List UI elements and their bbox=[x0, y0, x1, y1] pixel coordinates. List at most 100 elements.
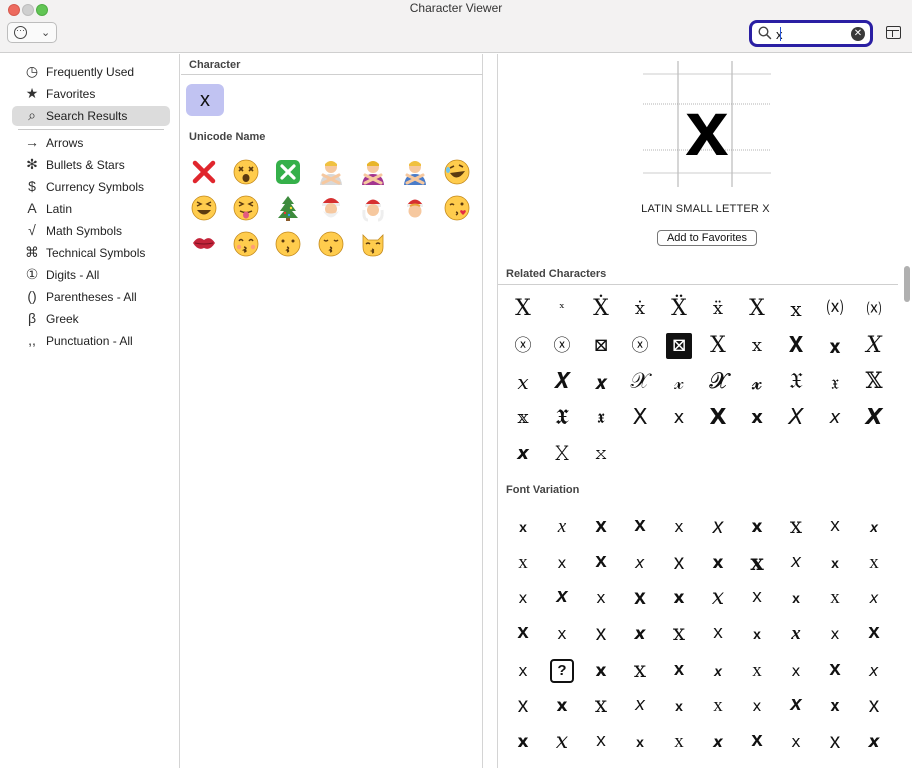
sidebar-item-technical-symbols[interactable]: ⌘ Technical Symbols bbox=[12, 243, 170, 263]
related-character[interactable]: X bbox=[699, 329, 737, 363]
font-variation-glyph[interactable]: x bbox=[699, 617, 737, 651]
font-variation-glyph[interactable]: x bbox=[660, 725, 698, 759]
related-character[interactable]: 𝙭 bbox=[504, 437, 542, 471]
scrollbar-thumb[interactable] bbox=[904, 266, 910, 302]
font-variation-glyph[interactable]: x bbox=[816, 654, 854, 688]
font-variation-glyph[interactable]: x bbox=[504, 546, 542, 580]
font-variation-glyph[interactable]: x bbox=[504, 689, 542, 723]
add-to-favorites-button[interactable]: Add to Favorites bbox=[657, 230, 757, 246]
font-variation-glyph[interactable]: x bbox=[738, 546, 776, 580]
font-variation-glyph[interactable]: x bbox=[699, 689, 737, 723]
cross-mark-icon[interactable] bbox=[186, 157, 222, 187]
related-character[interactable]: 𝑋 bbox=[855, 329, 893, 363]
related-character[interactable]: ˣ bbox=[543, 292, 581, 326]
related-character[interactable]: 𝘟 bbox=[777, 401, 815, 435]
font-variation-glyph[interactable]: x bbox=[621, 689, 659, 723]
clear-search-icon[interactable]: ✕ bbox=[851, 27, 865, 41]
font-variation-glyph[interactable]: x bbox=[738, 689, 776, 723]
related-character[interactable]: 𝗫 bbox=[699, 401, 737, 435]
christmas-tree-icon[interactable] bbox=[270, 193, 306, 223]
font-variation-glyph[interactable]: x bbox=[504, 581, 542, 615]
related-character[interactable]: 𝖝 bbox=[582, 401, 620, 435]
font-variation-glyph[interactable]: x bbox=[582, 546, 620, 580]
font-variation-glyph[interactable]: x bbox=[855, 725, 893, 759]
kissing-smiling-eyes-icon[interactable] bbox=[228, 229, 264, 259]
font-variation-glyph[interactable]: x bbox=[738, 581, 776, 615]
related-character[interactable]: 𝚡 bbox=[582, 437, 620, 471]
kissing-face-icon[interactable] bbox=[270, 229, 306, 259]
font-variation-glyph[interactable]: x bbox=[855, 617, 893, 651]
kissing-closed-eyes-icon[interactable] bbox=[313, 229, 349, 259]
font-variation-glyph[interactable]: x bbox=[699, 581, 737, 615]
font-variation-glyph[interactable]: x bbox=[816, 725, 854, 759]
related-character[interactable]: 𝔛 bbox=[777, 365, 815, 399]
font-variation-glyph[interactable]: x bbox=[621, 581, 659, 615]
font-variation-glyph[interactable]: x bbox=[582, 617, 620, 651]
sidebar-item-math-symbols[interactable]: √ Math Symbols bbox=[12, 221, 170, 241]
related-character[interactable]: 𝑿 bbox=[543, 365, 581, 399]
santa-claus-icon[interactable] bbox=[313, 193, 349, 223]
search-field[interactable]: ✕ bbox=[749, 20, 873, 47]
font-variation-glyph[interactable]: x bbox=[738, 617, 776, 651]
font-variation-glyph[interactable]: x bbox=[621, 510, 659, 544]
font-variation-glyph[interactable]: x bbox=[816, 546, 854, 580]
font-variation-glyph[interactable]: x bbox=[543, 689, 581, 723]
font-variation-glyph[interactable]: x bbox=[582, 581, 620, 615]
font-variation-glyph[interactable]: x bbox=[855, 689, 893, 723]
related-character[interactable]: x bbox=[738, 329, 776, 363]
related-character[interactable]: 𝓧 bbox=[699, 365, 737, 399]
font-variation-glyph[interactable]: x bbox=[504, 725, 542, 759]
dizzy-face-icon[interactable] bbox=[228, 157, 264, 187]
related-character[interactable]: 𝒳 bbox=[621, 365, 659, 399]
font-variation-glyph[interactable]: ? bbox=[550, 659, 574, 683]
person-gesturing-no-purple-icon[interactable] bbox=[355, 157, 391, 187]
font-variation-glyph[interactable]: x bbox=[816, 510, 854, 544]
font-variation-glyph[interactable]: x bbox=[582, 689, 620, 723]
related-character[interactable]: ẍ bbox=[699, 292, 737, 326]
related-character[interactable]: 𝕩 bbox=[504, 401, 542, 435]
font-variation-glyph[interactable]: x bbox=[504, 510, 542, 544]
font-variation-glyph[interactable]: x bbox=[777, 581, 815, 615]
font-variation-glyph[interactable]: x bbox=[621, 546, 659, 580]
related-character[interactable]: х bbox=[777, 292, 815, 326]
font-variation-glyph[interactable]: x bbox=[777, 654, 815, 688]
font-variation-glyph[interactable]: x bbox=[777, 546, 815, 580]
related-character[interactable]: 𝚇 bbox=[543, 437, 581, 471]
sidebar-item-parentheses-all[interactable]: () Parentheses - All bbox=[12, 287, 170, 307]
related-character[interactable]: ⒳ bbox=[855, 292, 893, 326]
sidebar-item-search-results[interactable]: ⌕ Search Results bbox=[12, 106, 170, 126]
mx-claus-icon[interactable] bbox=[397, 193, 433, 223]
sidebar-item-greek[interactable]: β Greek bbox=[12, 309, 170, 329]
font-variation-glyph[interactable]: x bbox=[777, 725, 815, 759]
related-character[interactable]: 𝘹 bbox=[816, 401, 854, 435]
sidebar-item-bullets-stars[interactable]: ✻ Bullets & Stars bbox=[12, 155, 170, 175]
font-variation-glyph[interactable]: x bbox=[699, 654, 737, 688]
mrs-claus-icon[interactable] bbox=[355, 193, 391, 223]
sidebar-item-latin[interactable]: A Latin bbox=[12, 199, 170, 219]
font-variation-glyph[interactable]: x bbox=[621, 654, 659, 688]
font-variation-glyph[interactable]: x bbox=[855, 581, 893, 615]
sidebar-item-frequently-used[interactable]: ◷ Frequently Used bbox=[12, 62, 170, 82]
action-menu-button[interactable]: ··· ⌄ bbox=[7, 22, 57, 43]
font-variation-glyph[interactable]: X bbox=[582, 510, 620, 544]
font-variation-glyph[interactable]: x bbox=[660, 617, 698, 651]
font-variation-glyph[interactable]: x bbox=[738, 654, 776, 688]
font-variation-glyph[interactable]: x bbox=[543, 617, 581, 651]
related-character[interactable]: 𝕏 bbox=[855, 365, 893, 399]
related-character[interactable]: 𝒙 bbox=[582, 365, 620, 399]
sidebar-toggle-icon[interactable] bbox=[886, 26, 901, 39]
font-variation-glyph[interactable]: x bbox=[621, 617, 659, 651]
related-character[interactable]: 𝑥 bbox=[504, 365, 542, 399]
font-variation-glyph[interactable]: x bbox=[582, 725, 620, 759]
related-character[interactable]: 𝘅 bbox=[738, 401, 776, 435]
related-character[interactable]: 𝔁 bbox=[738, 365, 776, 399]
related-character[interactable]: 𝖷 bbox=[621, 401, 659, 435]
font-variation-glyph[interactable]: x bbox=[855, 510, 893, 544]
related-character[interactable]: 𝙓 bbox=[855, 401, 893, 435]
font-variation-glyph[interactable]: x bbox=[543, 581, 581, 615]
font-variation-glyph[interactable]: x bbox=[660, 510, 698, 544]
sidebar-item-digits-all[interactable]: ① Digits - All bbox=[12, 265, 170, 285]
kissing-cat-icon[interactable] bbox=[355, 229, 391, 259]
related-character[interactable]: ⊠ bbox=[582, 329, 620, 363]
font-variation-glyph[interactable]: x bbox=[816, 581, 854, 615]
